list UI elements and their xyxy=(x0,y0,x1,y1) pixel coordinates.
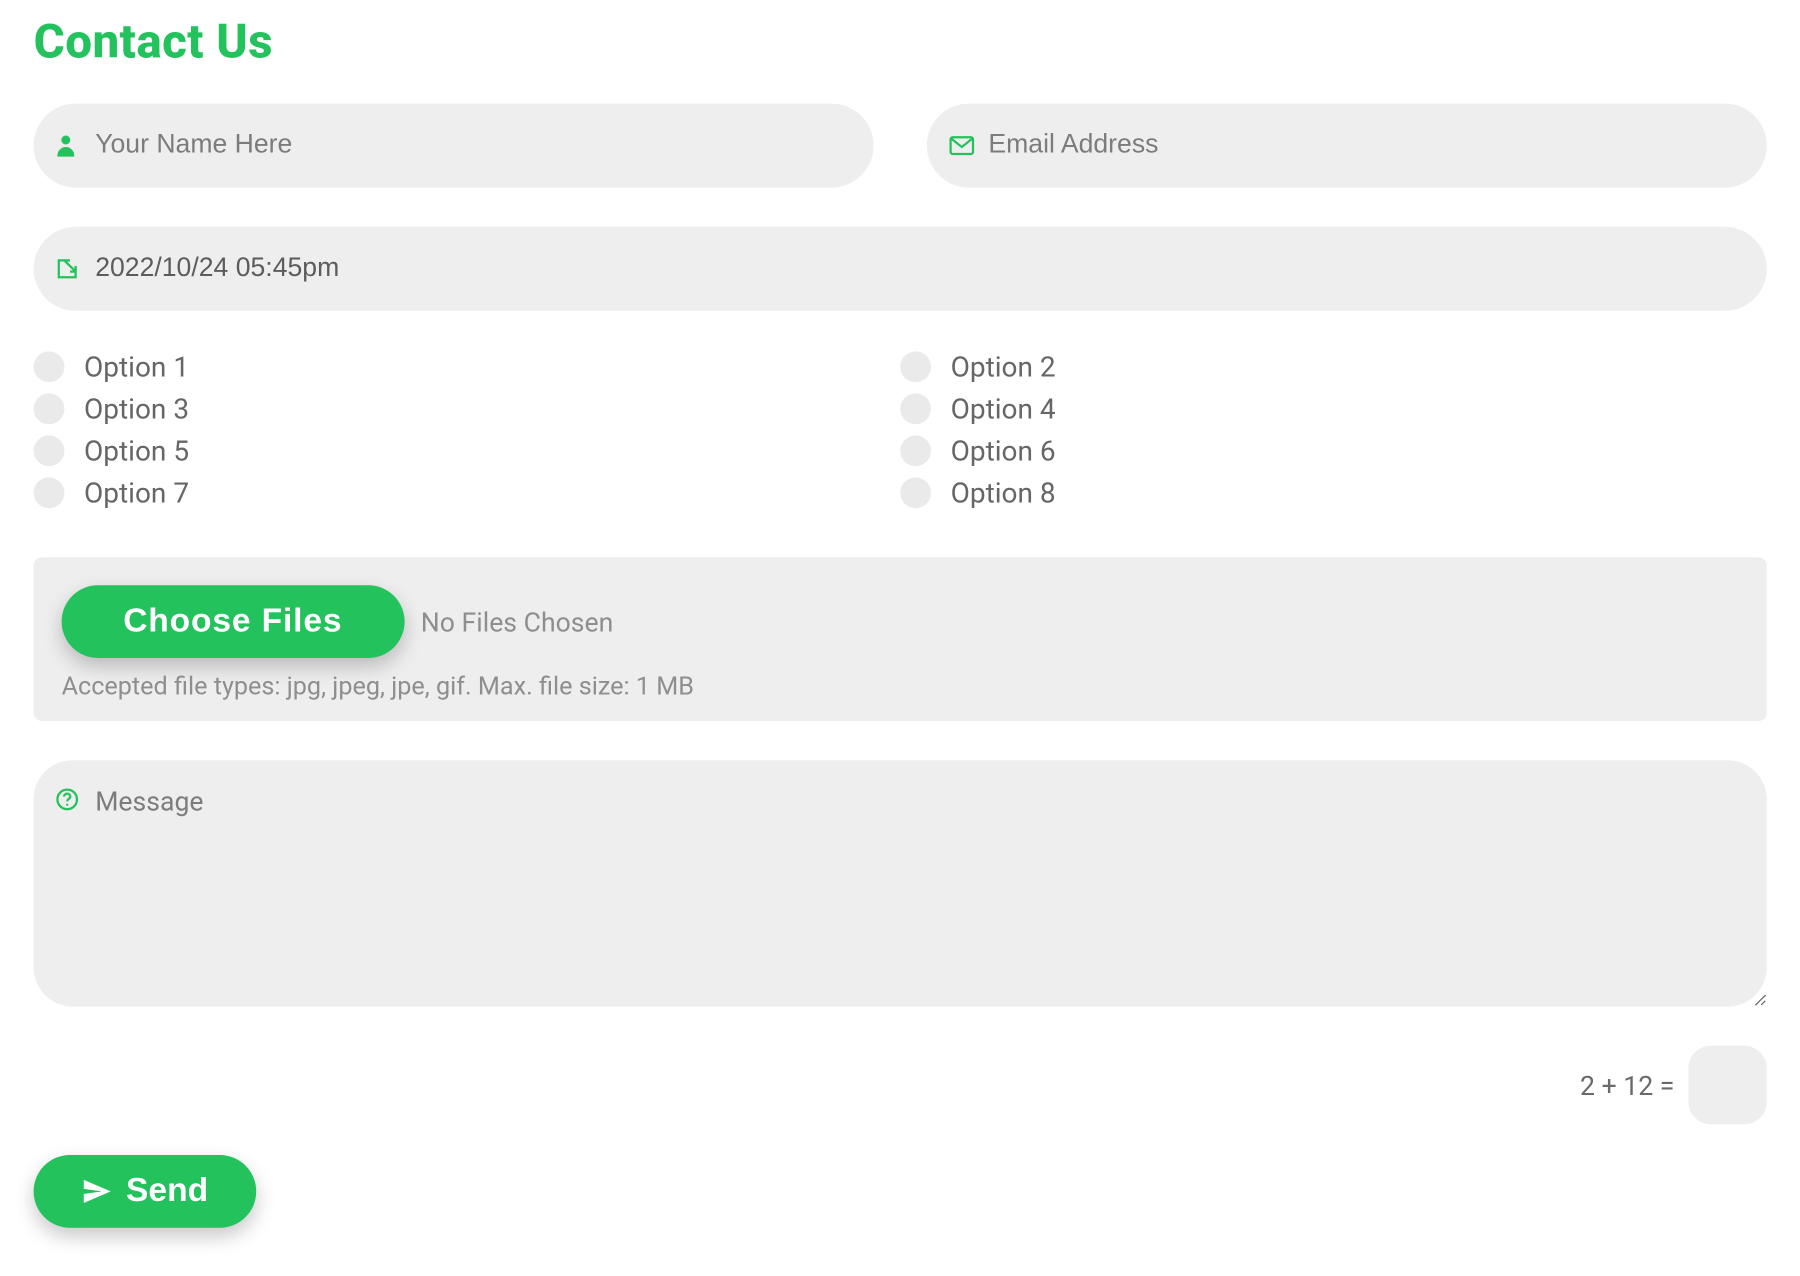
checkbox-option[interactable]: Option 2 xyxy=(900,350,1767,384)
checkbox-label: Option 2 xyxy=(951,350,1056,384)
choose-files-button[interactable]: Choose Files xyxy=(62,585,404,658)
captcha-input[interactable] xyxy=(1688,1046,1766,1124)
page-title: Contact Us xyxy=(34,14,1767,70)
mail-icon xyxy=(949,136,974,156)
datetime-field-wrap xyxy=(34,227,1767,311)
checkbox-option[interactable]: Option 6 xyxy=(900,434,1767,468)
name-input[interactable] xyxy=(34,104,874,188)
checkbox-label: Option 6 xyxy=(951,434,1056,468)
question-circle-icon xyxy=(56,788,78,810)
captcha-question: 2 + 12 = xyxy=(1580,1069,1674,1101)
send-row: Send xyxy=(34,1155,1767,1228)
checkbox-icon xyxy=(900,393,931,424)
checkbox-label: Option 7 xyxy=(84,476,189,510)
file-hint-text: Accepted file types: jpg, jpeg, jpe, gif… xyxy=(62,672,1739,701)
checkbox-icon xyxy=(34,477,65,508)
checkbox-icon xyxy=(34,393,65,424)
send-button-label: Send xyxy=(126,1172,208,1211)
person-icon xyxy=(56,134,76,156)
message-textarea[interactable] xyxy=(34,760,1767,1006)
name-field-wrap xyxy=(34,104,874,188)
checkbox-option[interactable]: Option 8 xyxy=(900,476,1767,510)
checkbox-icon xyxy=(34,435,65,466)
email-input[interactable] xyxy=(927,104,1767,188)
captcha-row: 2 + 12 = xyxy=(34,1046,1767,1124)
message-field-wrap xyxy=(34,760,1767,1012)
file-upload-block: Choose Files No Files Chosen Accepted fi… xyxy=(34,557,1767,721)
checkbox-icon xyxy=(900,435,931,466)
checkbox-col-left: Option 1 Option 3 Option 5 Option 7 xyxy=(34,350,901,518)
checkbox-section: Option 1 Option 3 Option 5 Option 7 Opti… xyxy=(34,350,1767,518)
checkbox-label: Option 4 xyxy=(951,392,1056,426)
email-field-wrap xyxy=(927,104,1767,188)
arrow-down-box-icon xyxy=(56,258,78,280)
datetime-input[interactable] xyxy=(34,227,1767,311)
checkbox-icon xyxy=(34,351,65,382)
contact-form: Contact Us xyxy=(0,0,1800,1276)
checkbox-label: Option 8 xyxy=(951,476,1056,510)
checkbox-icon xyxy=(900,351,931,382)
file-upload-row: Choose Files No Files Chosen xyxy=(62,585,1739,658)
row-datetime xyxy=(34,227,1767,311)
checkbox-label: Option 5 xyxy=(84,434,189,468)
checkbox-option[interactable]: Option 1 xyxy=(34,350,901,384)
checkbox-label: Option 3 xyxy=(84,392,189,426)
checkbox-label: Option 1 xyxy=(84,350,189,384)
paper-plane-icon xyxy=(81,1176,112,1207)
checkbox-icon xyxy=(900,477,931,508)
checkbox-option[interactable]: Option 4 xyxy=(900,392,1767,426)
row-name-email xyxy=(34,104,1767,188)
checkbox-col-right: Option 2 Option 4 Option 6 Option 8 xyxy=(900,350,1767,518)
checkbox-option[interactable]: Option 5 xyxy=(34,434,901,468)
send-button[interactable]: Send xyxy=(34,1155,256,1228)
checkbox-option[interactable]: Option 7 xyxy=(34,476,901,510)
checkbox-option[interactable]: Option 3 xyxy=(34,392,901,426)
file-status-text: No Files Chosen xyxy=(421,606,613,638)
